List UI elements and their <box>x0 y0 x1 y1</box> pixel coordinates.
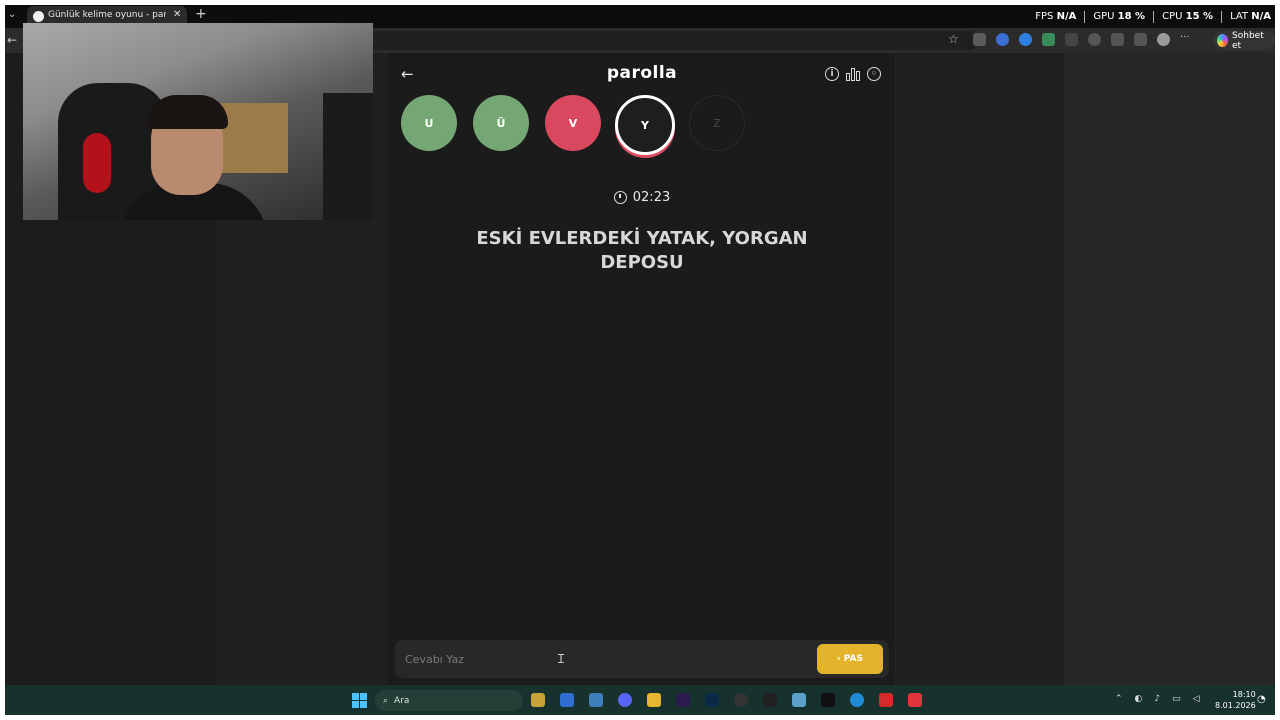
page-right-gutter <box>1064 53 1275 685</box>
extension-icon[interactable] <box>1111 33 1124 46</box>
text-cursor-icon: Ｉ <box>555 652 568 666</box>
letter-circle-wrong: V <box>545 95 601 151</box>
game-header-icons: i ◦ <box>825 67 881 81</box>
screen: ⌄ Günlük kelime oyunu - parolla - K ✕ + … <box>5 5 1275 715</box>
stats-bar <box>851 68 855 81</box>
taskbar-search[interactable]: ⌕ Ara <box>375 690 523 711</box>
favorite-star-icon[interactable]: ☆ <box>948 32 959 46</box>
extension-icon[interactable] <box>1042 33 1055 46</box>
profile-icon[interactable]: ◦ <box>867 67 881 81</box>
webcam-overlay <box>23 23 373 220</box>
stats-bar <box>856 71 860 81</box>
letter-circle-correct: U <box>401 95 457 151</box>
page-right-margin <box>896 53 1064 685</box>
info-icon[interactable]: i <box>825 67 839 81</box>
webcam-background <box>323 93 373 220</box>
taskbar-apps <box>531 693 922 707</box>
answer-bar: Ｉ › PAS <box>395 640 889 678</box>
extension-icon[interactable] <box>973 33 986 46</box>
more-options-icon[interactable]: ··· <box>1180 33 1193 46</box>
taskbar-app-icon[interactable] <box>589 693 603 707</box>
taskbar-clock[interactable]: 18:10 8.01.2026 <box>1215 689 1256 711</box>
game-panel: ← parolla i ◦ U Ü V Y Z 02:23 ESKİ EVLER… <box>386 53 896 685</box>
capcut-icon[interactable] <box>821 693 835 707</box>
copilot-icon <box>1217 34 1229 47</box>
clock-time: 18:10 <box>1232 690 1256 699</box>
tray-app-icon[interactable]: ◐ <box>1135 694 1143 704</box>
taskbar-app-icon[interactable] <box>763 693 777 707</box>
letter-circle-correct: Ü <box>473 95 529 151</box>
stats-bar <box>846 73 850 81</box>
store-icon[interactable] <box>560 693 574 707</box>
clock-icon <box>613 191 627 204</box>
refresh-icon[interactable] <box>1088 33 1101 46</box>
clock-date: 8.01.2026 <box>1215 701 1256 710</box>
discord-icon[interactable] <box>618 693 632 707</box>
tab-title: Günlük kelime oyunu - parolla - K <box>48 10 166 20</box>
tab-list-dropdown-icon[interactable]: ⌄ <box>8 9 16 20</box>
folder-icon[interactable] <box>647 693 661 707</box>
taskbar-app-icon[interactable] <box>879 693 893 707</box>
taskbar: ⌕ Ara ⌃ ◐ ♪ ▭ ◁ 18:10 8.01.2026 ◔ <box>5 685 1275 715</box>
photoshop-icon[interactable] <box>705 693 719 707</box>
taskbar-app-icon[interactable] <box>734 693 748 707</box>
volume-icon[interactable]: ◁ <box>1193 694 1200 704</box>
lat-stat: LAT N/A <box>1230 11 1271 22</box>
tray-chevron-up-icon[interactable]: ⌃ <box>1115 694 1123 704</box>
new-tab-button[interactable]: + <box>195 6 207 22</box>
tab-close-icon[interactable]: ✕ <box>173 9 181 20</box>
copilot-button[interactable]: Sohbet et <box>1213 30 1275 51</box>
taskbar-app-icon[interactable] <box>792 693 806 707</box>
timer-value: 02:23 <box>632 190 671 205</box>
fps-stat: FPS N/A <box>1035 11 1077 22</box>
question-text: ESKİ EVLERDEKİ YATAK, YORGAN DEPOSU <box>476 228 808 273</box>
microphone-icon[interactable]: ♪ <box>1154 694 1160 704</box>
pass-label: PAS <box>843 654 863 664</box>
extension-icon[interactable] <box>996 33 1009 46</box>
extension-icon[interactable] <box>1019 33 1032 46</box>
search-icon: ⌕ <box>383 695 389 706</box>
letter-circle-pending: Z <box>689 95 745 151</box>
webcam-person <box>148 95 228 129</box>
network-icon[interactable]: ▭ <box>1172 694 1181 704</box>
favorites-icon[interactable] <box>1134 33 1147 46</box>
webcam-background <box>218 103 288 173</box>
overlay-divider <box>1084 11 1086 23</box>
notification-bell-icon[interactable]: ◔ <box>1257 694 1266 705</box>
stats-icon[interactable] <box>846 67 860 81</box>
letter-circle-current: Y <box>615 95 675 155</box>
edge-icon[interactable] <box>850 693 864 707</box>
cpu-stat: CPU 15 % <box>1162 11 1214 22</box>
extension-icons: ··· <box>973 33 1193 46</box>
overlay-divider <box>1153 11 1155 23</box>
taskbar-app-icon[interactable] <box>531 693 545 707</box>
system-tray: ⌃ ◐ ♪ ▭ ◁ <box>1115 694 1200 704</box>
webcam-chair <box>83 133 111 193</box>
profile-avatar-icon[interactable] <box>1157 33 1170 46</box>
premiere-icon[interactable] <box>676 693 690 707</box>
overlay-divider <box>1221 11 1223 23</box>
pass-button[interactable]: › PAS <box>817 644 883 674</box>
taskbar-search-label: Ara <box>394 695 410 706</box>
windows-start-icon[interactable] <box>352 693 367 708</box>
game-title: parolla <box>606 63 678 83</box>
copilot-label: Sohbet et <box>1232 30 1264 51</box>
gpu-stat: GPU 18 % <box>1093 11 1146 22</box>
answer-input[interactable] <box>405 650 785 668</box>
timer: 02:23 <box>387 190 897 205</box>
chevron-right-icon: › <box>837 654 841 664</box>
extension-icon[interactable] <box>1065 33 1078 46</box>
tab-favicon-icon <box>33 11 44 22</box>
performance-overlay: FPS N/A GPU 18 % CPU 15 % LAT N/A <box>1035 11 1271 23</box>
vivaldi-icon[interactable] <box>908 693 922 707</box>
browser-back-icon[interactable]: ← <box>7 33 17 47</box>
